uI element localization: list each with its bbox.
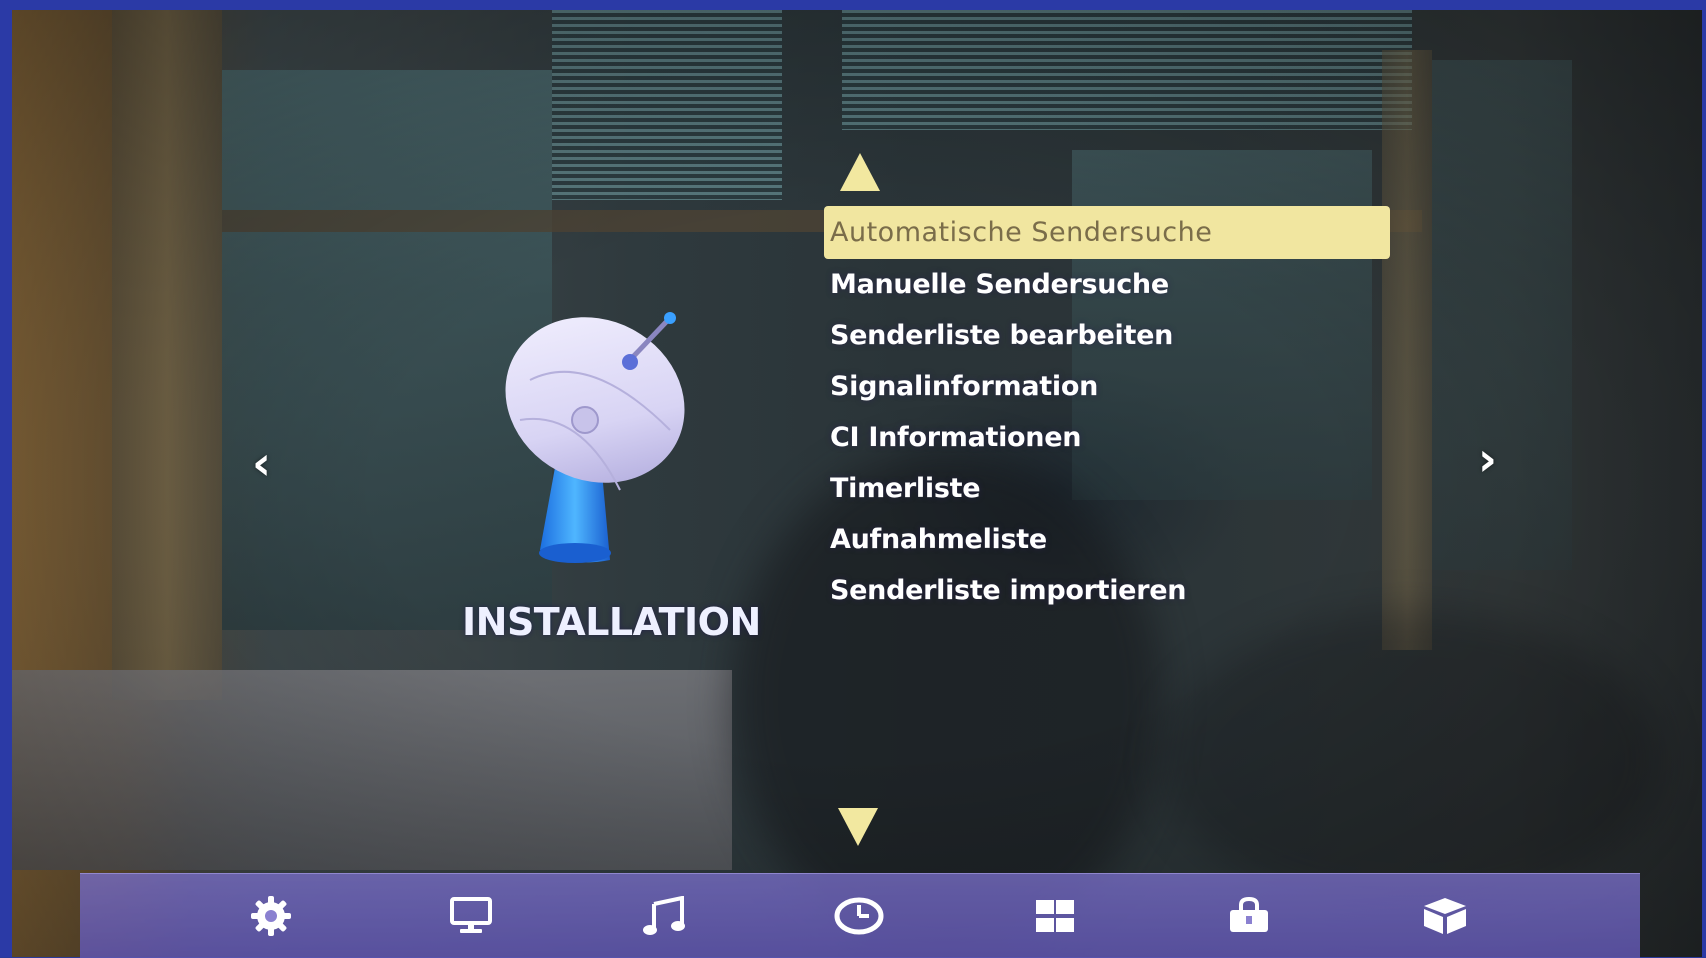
scroll-up-arrow-icon[interactable] <box>840 153 880 191</box>
satellite-dish-icon <box>505 312 685 563</box>
menu-item-senderliste-bearbeiten[interactable]: Senderliste bearbeiten <box>824 310 1390 361</box>
menu-item-senderliste-importieren[interactable]: Senderliste importieren <box>824 565 1390 616</box>
menu-item-aufnahmeliste[interactable]: Aufnahmeliste <box>824 514 1390 565</box>
nav-right-chevron-icon[interactable]: › <box>1478 436 1497 482</box>
clock-icon[interactable] <box>834 894 884 938</box>
section-title: INSTALLATION <box>462 600 761 644</box>
lock-icon[interactable] <box>1224 894 1274 938</box>
menu-item-ci-informationen[interactable]: CI Informationen <box>824 412 1390 463</box>
nav-left-chevron-icon[interactable]: ‹ <box>252 440 271 486</box>
music-note-icon[interactable] <box>640 894 690 938</box>
installation-menu: Automatische Sendersuche Manuelle Sender… <box>824 206 1390 616</box>
menu-item-automatische-sendersuche[interactable]: Automatische Sendersuche <box>824 206 1390 259</box>
category-bar <box>80 873 1640 958</box>
scroll-down-arrow-icon[interactable] <box>838 808 878 846</box>
menu-item-manuelle-sendersuche[interactable]: Manuelle Sendersuche <box>824 259 1390 310</box>
box-icon[interactable] <box>1420 894 1470 938</box>
tv-frame: ‹ › INSTALLATION Automatische Sendersuch… <box>0 0 1706 958</box>
menu-item-timerliste[interactable]: Timerliste <box>824 463 1390 514</box>
grid-icon[interactable] <box>1030 894 1080 938</box>
settings-gear-icon[interactable] <box>246 894 296 938</box>
menu-item-signalinformation[interactable]: Signalinformation <box>824 361 1390 412</box>
monitor-icon[interactable] <box>446 894 496 938</box>
